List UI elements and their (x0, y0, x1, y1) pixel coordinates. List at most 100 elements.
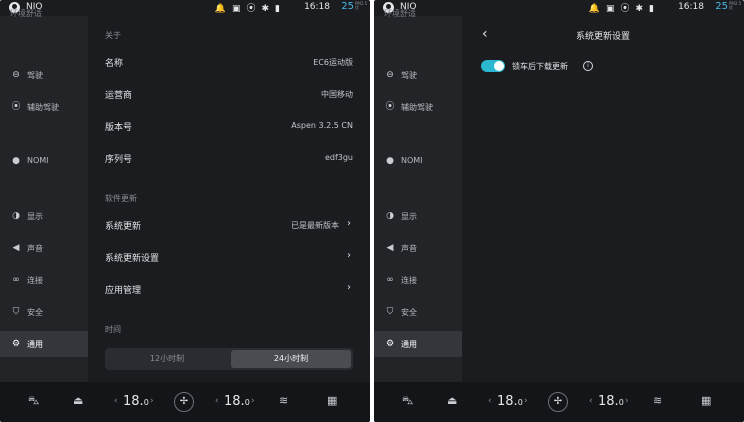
sound-icon: ◀ (12, 243, 20, 253)
system-update-row[interactable]: 系统更新 已是最新版本 › (105, 215, 353, 235)
nomi-icon: ● (386, 156, 394, 166)
sidebar-item-nomi[interactable]: ● NOMI (0, 148, 88, 174)
sidebar-item-comfort[interactable]: 环境舒适 (10, 8, 42, 19)
sidebar-item-nomi[interactable]: ● NOMI (374, 148, 462, 174)
sidebar-item-label: NOMI (401, 156, 423, 165)
nomi-icon: ● (12, 156, 20, 166)
sidebar-item-label: 连接 (27, 276, 43, 285)
right-temp-increase-button[interactable]: › (251, 396, 255, 406)
sidebar-item-connect[interactable]: ∞ 连接 (374, 267, 462, 293)
air-quality-label: PM2.5 优 (355, 1, 368, 10)
status-icons: 🔔▣⦿✱▮ (215, 1, 286, 14)
shield-icon: ⛉ (12, 307, 20, 317)
chevron-right-icon: › (347, 282, 351, 293)
bell-icon: 🔔 (588, 4, 606, 14)
clock: 16:18 (678, 2, 704, 12)
car-airflow-icon[interactable]: ⏏ (73, 394, 83, 407)
row-key: 运营商 (105, 91, 133, 101)
signal-wave-icon: ⦿ (246, 4, 262, 14)
settings-sidebar: 环境舒适 ⊖ 驾驶 ⦿ 辅助驾驶 ● NOMI ◑ 显示 ◀ 声音 ∞ 连接 ⛉… (0, 9, 88, 382)
link-icon: ∞ (12, 275, 20, 285)
sidebar-item-connect[interactable]: ∞ 连接 (0, 267, 88, 293)
left-temperature: 18.0 (497, 394, 523, 409)
row-value: 中国移动 (321, 90, 353, 99)
about-row-serial: 序列号 edf3gu (105, 148, 353, 168)
sidebar-item-general[interactable]: ⚙ 通用 (374, 331, 462, 357)
sidebar-item-display[interactable]: ◑ 显示 (0, 203, 88, 229)
sidebar-item-assist[interactable]: ⦿ 辅助驾驶 (0, 94, 88, 120)
chevron-right-icon: › (347, 218, 351, 229)
fan-icon[interactable]: ✢ (174, 392, 194, 412)
sidebar-item-label: 通用 (401, 340, 417, 349)
left-temp-increase-button[interactable]: › (150, 396, 154, 406)
left-temp-int: 18. (123, 394, 144, 409)
rear-defrost-icon[interactable]: ▦ (327, 394, 337, 407)
gear-icon: ⚙ (385, 339, 395, 349)
system-update-settings-row[interactable]: 系统更新设置 › (105, 247, 353, 267)
app-management-row[interactable]: 应用管理 › (105, 279, 353, 299)
status-icons: 🔔▣⦿✱▮ (589, 1, 660, 14)
time-section-header: 时间 (105, 325, 121, 334)
left-temp-dec: 0 (143, 398, 149, 407)
time-format-24h-option[interactable]: 24小时制 (231, 350, 351, 368)
front-defrost-icon[interactable]: ≋ (279, 394, 288, 407)
sidebar-item-assist[interactable]: ⦿ 辅助驾驶 (374, 94, 462, 120)
sidebar-item-sound[interactable]: ◀ 声音 (0, 235, 88, 261)
sound-icon: ◀ (386, 243, 394, 253)
right-temperature: 18.0 (224, 394, 250, 409)
car-seat-icon[interactable]: ⛍ (402, 394, 413, 409)
left-temp-decrease-button[interactable]: ‹ (114, 396, 118, 406)
right-temperature: 18.0 (598, 394, 624, 409)
left-temp-dec: 0 (517, 398, 523, 407)
time-format-12h-option[interactable]: 12小时制 (107, 350, 227, 368)
sidebar-item-label: NOMI (27, 156, 49, 165)
sidebar-item-display[interactable]: ◑ 显示 (374, 203, 462, 229)
settings-general-screen: NIO 🔔▣⦿✱▮ 16:18 25 PM2.5 优 环境舒适 ⊖ 驾驶 ⦿ 辅… (0, 0, 370, 422)
front-defrost-icon[interactable]: ≋ (653, 394, 662, 407)
sidebar-item-label: 安全 (401, 308, 417, 317)
display-icon: ◑ (12, 211, 20, 221)
sidebar-item-general[interactable]: ⚙ 通用 (0, 331, 88, 357)
sidebar-item-comfort[interactable]: 环境舒适 (384, 8, 416, 19)
cellular-icon: ▮ (649, 4, 660, 14)
info-icon[interactable]: i (583, 61, 593, 71)
fan-icon[interactable]: ✢ (548, 392, 568, 412)
right-temp-increase-button[interactable]: › (625, 396, 629, 406)
row-key: 应用管理 (105, 286, 142, 296)
car-airflow-icon[interactable]: ⏏ (447, 394, 457, 407)
right-temp-decrease-button[interactable]: ‹ (589, 396, 593, 406)
sidebar-item-label: 辅助驾驶 (401, 103, 433, 112)
car-seat-icon[interactable]: ⛍ (28, 394, 39, 409)
sidebar-item-drive[interactable]: ⊖ 驾驶 (374, 62, 462, 88)
right-temp-decrease-button[interactable]: ‹ (215, 396, 219, 406)
left-temp-decrease-button[interactable]: ‹ (488, 396, 492, 406)
assist-icon: ⦿ (11, 102, 21, 112)
sidebar-item-drive[interactable]: ⊖ 驾驶 (0, 62, 88, 88)
page-title: 系统更新设置 (575, 32, 630, 42)
toggle-knob (494, 61, 504, 71)
sidebar-item-label: 驾驶 (27, 71, 43, 80)
sidebar-item-security[interactable]: ⛉ 安全 (0, 299, 88, 325)
about-row-carrier: 运营商 中国移动 (105, 84, 353, 104)
air-quality-label: PM2.5 优 (729, 1, 742, 10)
row-value: Aspen 3.2.5 CN (291, 121, 353, 130)
climate-bar: ⛍ ⏏ ‹ 18.0 › ✢ ‹ 18.0 › ≋ ▦ (374, 382, 744, 422)
time-format-segmented-control: 12小时制 24小时制 (105, 348, 353, 370)
row-key: 名称 (105, 59, 124, 69)
download-after-lock-toggle[interactable] (481, 60, 505, 72)
software-section-header: 软件更新 (105, 194, 137, 203)
gear-icon: ⚙ (11, 339, 21, 349)
about-row-version: 版本号 Aspen 3.2.5 CN (105, 116, 353, 136)
status-bar: NIO 🔔▣⦿✱▮ 16:18 25 PM2.5 优 (0, 0, 370, 16)
rear-defrost-icon[interactable]: ▦ (701, 394, 711, 407)
sidebar-item-sound[interactable]: ◀ 声音 (374, 235, 462, 261)
sidebar-item-label: 通用 (27, 340, 43, 349)
assist-icon: ⦿ (385, 102, 395, 112)
clock: 16:18 (304, 2, 330, 12)
row-key: 系统更新设置 (105, 254, 160, 264)
sidebar-item-security[interactable]: ⛉ 安全 (374, 299, 462, 325)
signal-wave-icon: ⦿ (620, 4, 636, 14)
left-temp-increase-button[interactable]: › (524, 396, 528, 406)
sidebar-item-label: 驾驶 (401, 71, 417, 80)
bell-icon: 🔔 (214, 4, 232, 14)
